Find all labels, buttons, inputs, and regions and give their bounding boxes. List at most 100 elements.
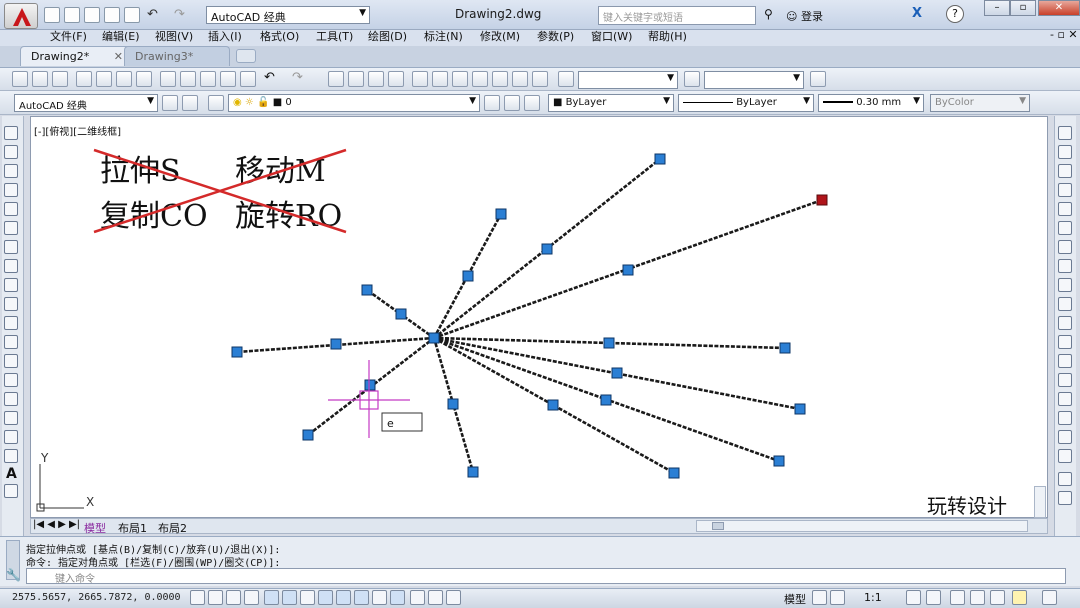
save-as-icon[interactable] xyxy=(104,7,120,23)
3d-print-icon[interactable] xyxy=(136,71,152,87)
dynamic-input-icon[interactable] xyxy=(354,590,369,605)
object-snap-tracking-icon[interactable] xyxy=(318,590,333,605)
help-icon[interactable] xyxy=(532,71,548,87)
model-space-button[interactable]: 模型 xyxy=(784,591,806,607)
search-input[interactable]: 键入关键字或短语 xyxy=(598,6,756,25)
blend-curves-icon[interactable] xyxy=(1058,430,1072,444)
tab-model[interactable]: 模型 xyxy=(84,520,106,536)
calculator-icon[interactable] xyxy=(512,71,528,87)
object-snap-icon[interactable] xyxy=(282,590,297,605)
workspace-dropdown-secondary[interactable]: AutoCAD 经典 ▼ xyxy=(14,94,158,112)
lineweight-toggle-icon[interactable] xyxy=(372,590,387,605)
sheet-set-icon[interactable] xyxy=(472,71,488,87)
menu-format[interactable]: 格式(O) xyxy=(260,28,299,44)
region-icon[interactable] xyxy=(4,430,18,444)
quick-view-layouts-icon[interactable] xyxy=(812,590,827,605)
offset-icon[interactable] xyxy=(1058,183,1072,197)
tab-layout2[interactable]: 布局2 xyxy=(158,520,187,536)
rectangle-icon[interactable] xyxy=(4,202,18,216)
linetype-dropdown[interactable]: ByLayer ▼ xyxy=(678,94,814,112)
block-editor-icon[interactable] xyxy=(240,71,256,87)
join-icon[interactable] xyxy=(1058,373,1072,387)
menu-window[interactable]: 窗口(W) xyxy=(591,28,632,44)
trim-icon[interactable] xyxy=(1058,297,1072,311)
stretch-icon[interactable] xyxy=(1058,278,1072,292)
save-icon[interactable] xyxy=(52,71,68,87)
polygon-icon[interactable] xyxy=(4,183,18,197)
infer-constraints-icon[interactable] xyxy=(190,590,205,605)
polar-tracking-icon[interactable] xyxy=(264,590,279,605)
layer-properties-icon[interactable] xyxy=(208,95,224,111)
rotate-icon[interactable] xyxy=(1058,240,1072,254)
move-icon[interactable] xyxy=(1058,221,1072,235)
menu-edit[interactable]: 编辑(E) xyxy=(102,28,140,44)
exchange-icon[interactable]: X xyxy=(912,6,922,21)
insert-block-icon[interactable] xyxy=(4,335,18,349)
menu-help[interactable]: 帮助(H) xyxy=(648,28,687,44)
new-file-icon[interactable] xyxy=(44,7,60,23)
binoculars-icon[interactable]: ⚲ xyxy=(764,7,773,21)
zoom-realtime-icon[interactable] xyxy=(348,71,364,87)
make-current-layer-icon[interactable] xyxy=(484,95,500,111)
login-button[interactable]: ☺ 登录 xyxy=(786,8,823,24)
menu-modify[interactable]: 修改(M) xyxy=(480,28,520,44)
explode-icon[interactable] xyxy=(1058,449,1072,463)
qnew-icon[interactable] xyxy=(12,71,28,87)
markup-icon[interactable] xyxy=(492,71,508,87)
drawing-geometry[interactable]: 拉伸S 移动M 复制CO 旋转RO xyxy=(30,116,1048,518)
cut-icon[interactable] xyxy=(160,71,176,87)
plot-icon[interactable] xyxy=(124,7,140,23)
line-icon[interactable] xyxy=(4,126,18,140)
properties-icon[interactable] xyxy=(412,71,428,87)
menu-view[interactable]: 视图(V) xyxy=(155,28,193,44)
draworder-icon[interactable] xyxy=(1058,472,1072,486)
revision-cloud-icon[interactable] xyxy=(4,259,18,273)
minimize-button[interactable]: – xyxy=(984,0,1010,16)
wrench-icon[interactable]: 🔧 xyxy=(6,568,21,582)
menu-dimension[interactable]: 标注(N) xyxy=(424,28,463,44)
copy-object-icon[interactable] xyxy=(1058,145,1072,159)
text-style-icon[interactable] xyxy=(558,71,574,87)
hardware-acceleration-icon[interactable] xyxy=(990,590,1005,605)
scale-icon[interactable] xyxy=(1058,259,1072,273)
doc-window-controls[interactable]: - ▫ ✕ xyxy=(1050,28,1078,41)
new-tab-button[interactable] xyxy=(236,49,256,63)
layer-dropdown[interactable]: ◉ ☼ 🔓 ■ 0 ▼ xyxy=(228,94,480,112)
workspace-switching-icon[interactable] xyxy=(950,590,965,605)
menu-file[interactable]: 文件(F) xyxy=(50,28,87,44)
array-icon[interactable] xyxy=(1058,202,1072,216)
circle-icon[interactable] xyxy=(4,240,18,254)
text-style-dropdown[interactable]: ▼ xyxy=(578,71,678,89)
tab-drawing3[interactable]: Drawing3* xyxy=(124,46,230,66)
annotation-visibility-icon[interactable] xyxy=(906,590,921,605)
annotation-scale[interactable]: 1:1 xyxy=(864,591,882,604)
transparency-icon[interactable] xyxy=(390,590,405,605)
chamfer-icon[interactable] xyxy=(1058,392,1072,406)
undo-icon[interactable]: ↶ xyxy=(264,70,275,85)
polyline-icon[interactable] xyxy=(4,164,18,178)
open-file-icon[interactable] xyxy=(64,7,80,23)
tab-layout1[interactable]: 布局1 xyxy=(118,520,147,536)
ellipse-arc-icon[interactable] xyxy=(4,316,18,330)
redo-icon[interactable]: ↷ xyxy=(292,70,303,85)
layout-nav-arrows[interactable]: |◀ ◀ ▶ ▶| xyxy=(33,519,80,530)
plot-icon[interactable] xyxy=(76,71,92,87)
construction-line-icon[interactable] xyxy=(4,145,18,159)
design-center-icon[interactable] xyxy=(432,71,448,87)
help-icon[interactable]: ? xyxy=(946,5,964,23)
table-style-icon[interactable] xyxy=(810,71,826,87)
ellipse-icon[interactable] xyxy=(4,297,18,311)
spline-icon[interactable] xyxy=(4,278,18,292)
workspace-settings-icon[interactable] xyxy=(182,95,198,111)
pan-icon[interactable] xyxy=(328,71,344,87)
dynamic-ucs-icon[interactable] xyxy=(336,590,351,605)
extend-icon[interactable] xyxy=(1058,316,1072,330)
menu-parametric[interactable]: 参数(P) xyxy=(537,28,574,44)
hatch-icon[interactable] xyxy=(4,392,18,406)
point-icon[interactable] xyxy=(4,373,18,387)
horizontal-scrollbar-thumb[interactable] xyxy=(712,522,724,530)
lineweight-dropdown[interactable]: 0.30 mm ▼ xyxy=(818,94,924,112)
grid-display-icon[interactable] xyxy=(226,590,241,605)
arc-icon[interactable] xyxy=(4,221,18,235)
clean-screen-icon[interactable] xyxy=(1042,590,1057,605)
